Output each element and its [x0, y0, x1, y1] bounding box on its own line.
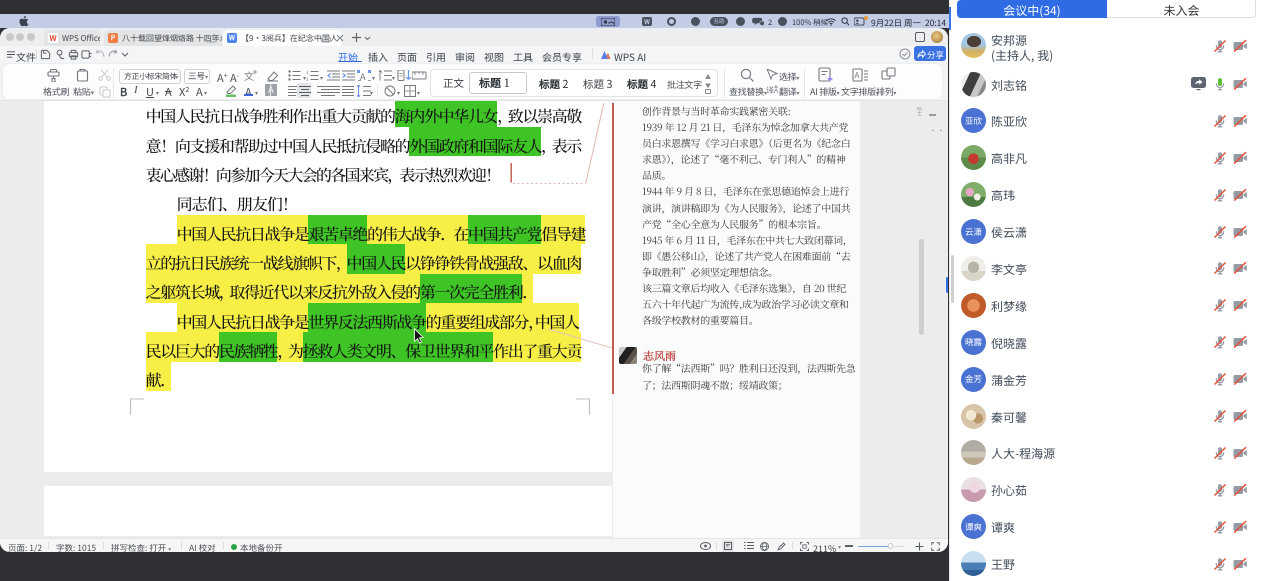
- svg-text:A: A: [855, 70, 860, 81]
- svg-text:译: 译: [766, 85, 774, 96]
- svg-text:1: 1: [306, 70, 309, 76]
- svg-text:文: 文: [244, 70, 254, 82]
- svg-text:3: 3: [306, 77, 309, 81]
- svg-text:A: A: [360, 70, 366, 81]
